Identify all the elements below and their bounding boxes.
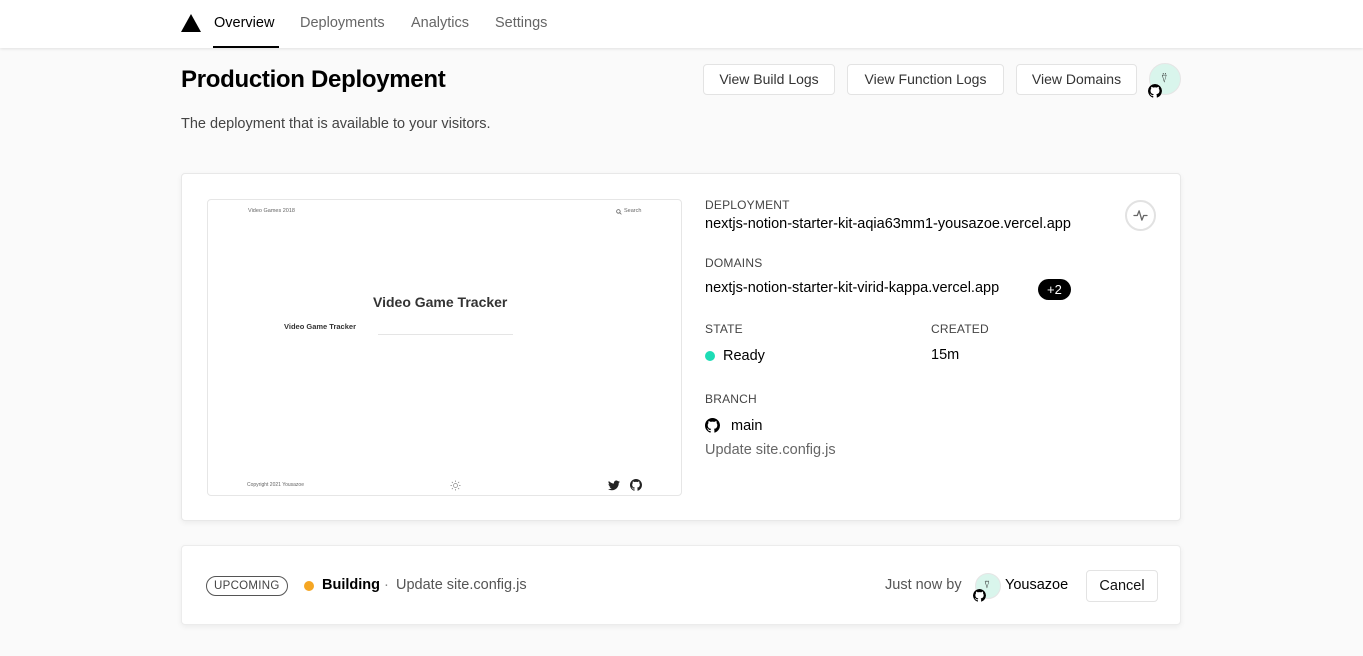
cancel-button[interactable]: Cancel <box>1086 570 1158 602</box>
author-name[interactable]: Yousazoe <box>1005 577 1068 593</box>
preview-search-label: Search <box>624 208 642 214</box>
preview-search-icon <box>616 209 622 215</box>
created-value: 15m <box>931 347 960 363</box>
preview-title: Video Game Tracker <box>373 294 508 310</box>
github-branch-icon <box>705 418 720 433</box>
tab-analytics[interactable]: Analytics <box>411 15 469 31</box>
deployment-preview[interactable]: Video Games 2018 Search Video Game Track… <box>207 199 682 496</box>
branch-label: BRANCH <box>705 392 757 406</box>
domain-link[interactable]: nextjs-notion-starter-kit-virid-kappa.ve… <box>705 280 999 296</box>
domains-label: DOMAINS <box>705 256 763 270</box>
status-separator: · <box>384 577 389 593</box>
upcoming-time: Just now by <box>885 577 962 593</box>
vercel-logo-icon[interactable] <box>181 14 201 32</box>
active-tab-indicator <box>213 46 279 48</box>
preview-github-icon <box>630 479 642 491</box>
upcoming-deployment-bar[interactable]: UPCOMING Building · Update site.config.j… <box>181 545 1181 625</box>
view-build-logs-button[interactable]: View Build Logs <box>703 64 835 95</box>
top-nav: Overview Deployments Analytics Settings <box>0 0 1363 48</box>
github-icon <box>1148 84 1162 98</box>
preview-divider <box>378 334 513 335</box>
tab-deployments[interactable]: Deployments <box>300 15 385 31</box>
preview-sun-icon <box>450 480 461 491</box>
page-subtitle: The deployment that is available to your… <box>181 116 491 132</box>
state-label: STATE <box>705 322 743 336</box>
tab-settings[interactable]: Settings <box>495 15 547 31</box>
deployment-url-link[interactable]: nextjs-notion-starter-kit-aqia63mm1-yous… <box>705 216 1071 232</box>
tab-overview[interactable]: Overview <box>214 15 274 31</box>
page-title: Production Deployment <box>181 66 446 93</box>
deployment-label: DEPLOYMENT <box>705 198 790 212</box>
author-avatar-face-icon: ⍢ <box>984 580 990 591</box>
author-avatar[interactable]: ⍢ <box>973 573 1001 602</box>
activity-button[interactable] <box>1125 200 1156 231</box>
upcoming-tag: UPCOMING <box>206 576 288 596</box>
branch-link[interactable]: main <box>731 418 762 434</box>
preview-sidebar-title: Video Game Tracker <box>284 322 356 331</box>
view-domains-button[interactable]: View Domains <box>1016 64 1137 95</box>
domains-count-badge[interactable]: +2 <box>1038 279 1071 300</box>
preview-site-name: Video Games 2018 <box>248 208 295 214</box>
activity-pulse-icon <box>1133 210 1148 221</box>
view-function-logs-button[interactable]: View Function Logs <box>847 64 1004 95</box>
avatar[interactable]: ⍢ <box>1148 63 1181 98</box>
preview-twitter-icon <box>608 480 620 491</box>
avatar-face-icon: ⍢ <box>1161 73 1168 85</box>
building-status: Building <box>322 577 380 593</box>
commit-message[interactable]: Update site.config.js <box>705 442 836 458</box>
ready-status-dot <box>705 351 715 361</box>
production-deployment-card: Video Games 2018 Search Video Game Track… <box>181 173 1181 521</box>
building-status-dot <box>304 581 314 591</box>
author-github-icon <box>973 589 986 602</box>
preview-footer: Copyright 2021 Yousazoe <box>247 482 304 488</box>
upcoming-commit-message[interactable]: Update site.config.js <box>396 577 527 593</box>
state-value: Ready <box>723 348 765 364</box>
created-label: CREATED <box>931 322 989 336</box>
